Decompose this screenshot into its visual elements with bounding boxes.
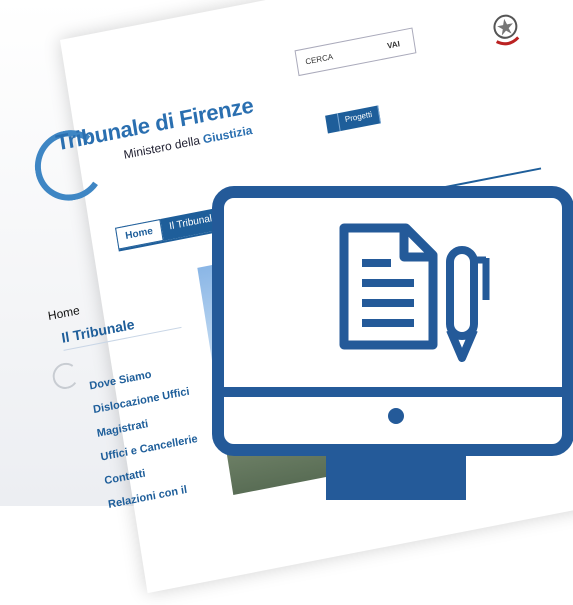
- search-input[interactable]: CERCA VAI: [294, 27, 417, 77]
- search-label: CERCA: [304, 52, 334, 67]
- search-button[interactable]: VAI: [385, 31, 402, 59]
- topnav-item[interactable]: Progetti: [337, 105, 381, 132]
- italian-republic-emblem-icon: [493, 14, 520, 46]
- top-navigation: Progetti: [325, 105, 381, 134]
- sidebar-item-relazioni[interactable]: Relazioni con il: [107, 480, 206, 511]
- monitor-stand: [326, 456, 466, 500]
- sidebar-menu: Dove Siamo Dislocazione Uffici Magistrat…: [89, 362, 208, 523]
- monitor-power-icon: [388, 408, 404, 424]
- computer-monitor-icon: [196, 180, 573, 506]
